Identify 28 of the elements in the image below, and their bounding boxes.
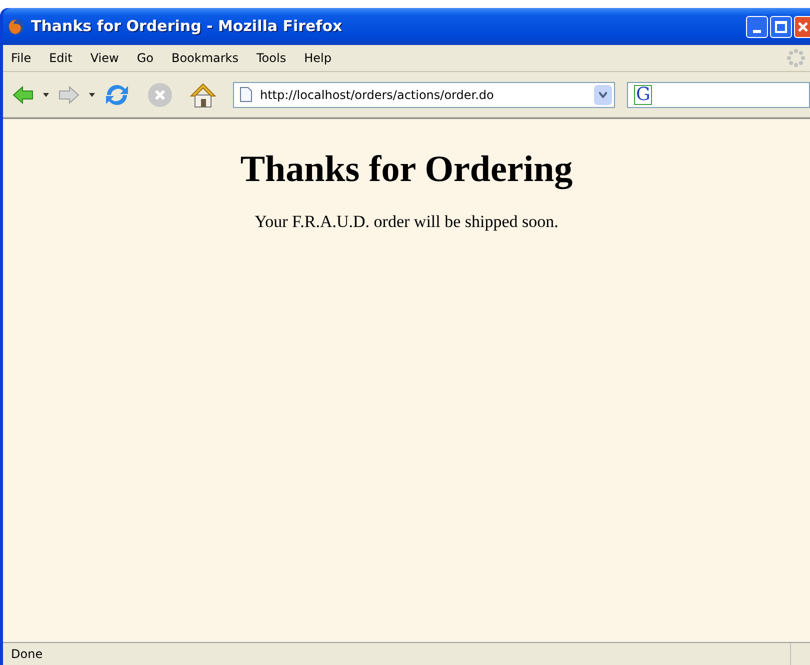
status-text: Done <box>10 646 43 663</box>
page-icon <box>240 87 252 102</box>
menu-item[interactable]: View <box>90 49 119 67</box>
url-dropdown-button[interactable] <box>594 84 612 104</box>
home-icon[interactable] <box>189 80 217 108</box>
search-field[interactable]: G <box>627 82 810 108</box>
chevron-down-icon <box>599 92 607 98</box>
close-button[interactable] <box>794 16 810 38</box>
minimize-button[interactable] <box>746 16 768 38</box>
menu-item[interactable]: Bookmarks <box>171 49 239 67</box>
search-engine-glyph: G <box>634 84 652 104</box>
menu-item[interactable]: File <box>11 49 32 67</box>
page-heading: Thanks for Ordering <box>240 148 573 192</box>
firefox-logo-icon <box>7 18 25 36</box>
dropdown-caret-icon[interactable] <box>43 92 49 96</box>
address-field[interactable]: http://localhost/orders/actions/order.do <box>233 82 615 108</box>
maximize-button[interactable] <box>770 16 792 38</box>
window-title: Thanks for Ordering - Mozilla Firefox <box>31 16 342 38</box>
menu-item[interactable]: Go <box>136 49 154 67</box>
back-arrow-icon[interactable] <box>11 84 35 104</box>
url-text: http://localhost/orders/actions/order.do <box>260 86 494 104</box>
close-icon <box>796 20 808 32</box>
throbber-icon <box>786 48 806 68</box>
dropdown-caret-icon[interactable] <box>89 92 95 96</box>
menu-item[interactable]: Edit <box>49 49 72 67</box>
menu-item[interactable]: Help <box>304 49 332 67</box>
menu-item[interactable]: Tools <box>256 49 286 67</box>
order-message: Your F.R.A.U.D. order will be shipped soon. <box>254 211 558 234</box>
